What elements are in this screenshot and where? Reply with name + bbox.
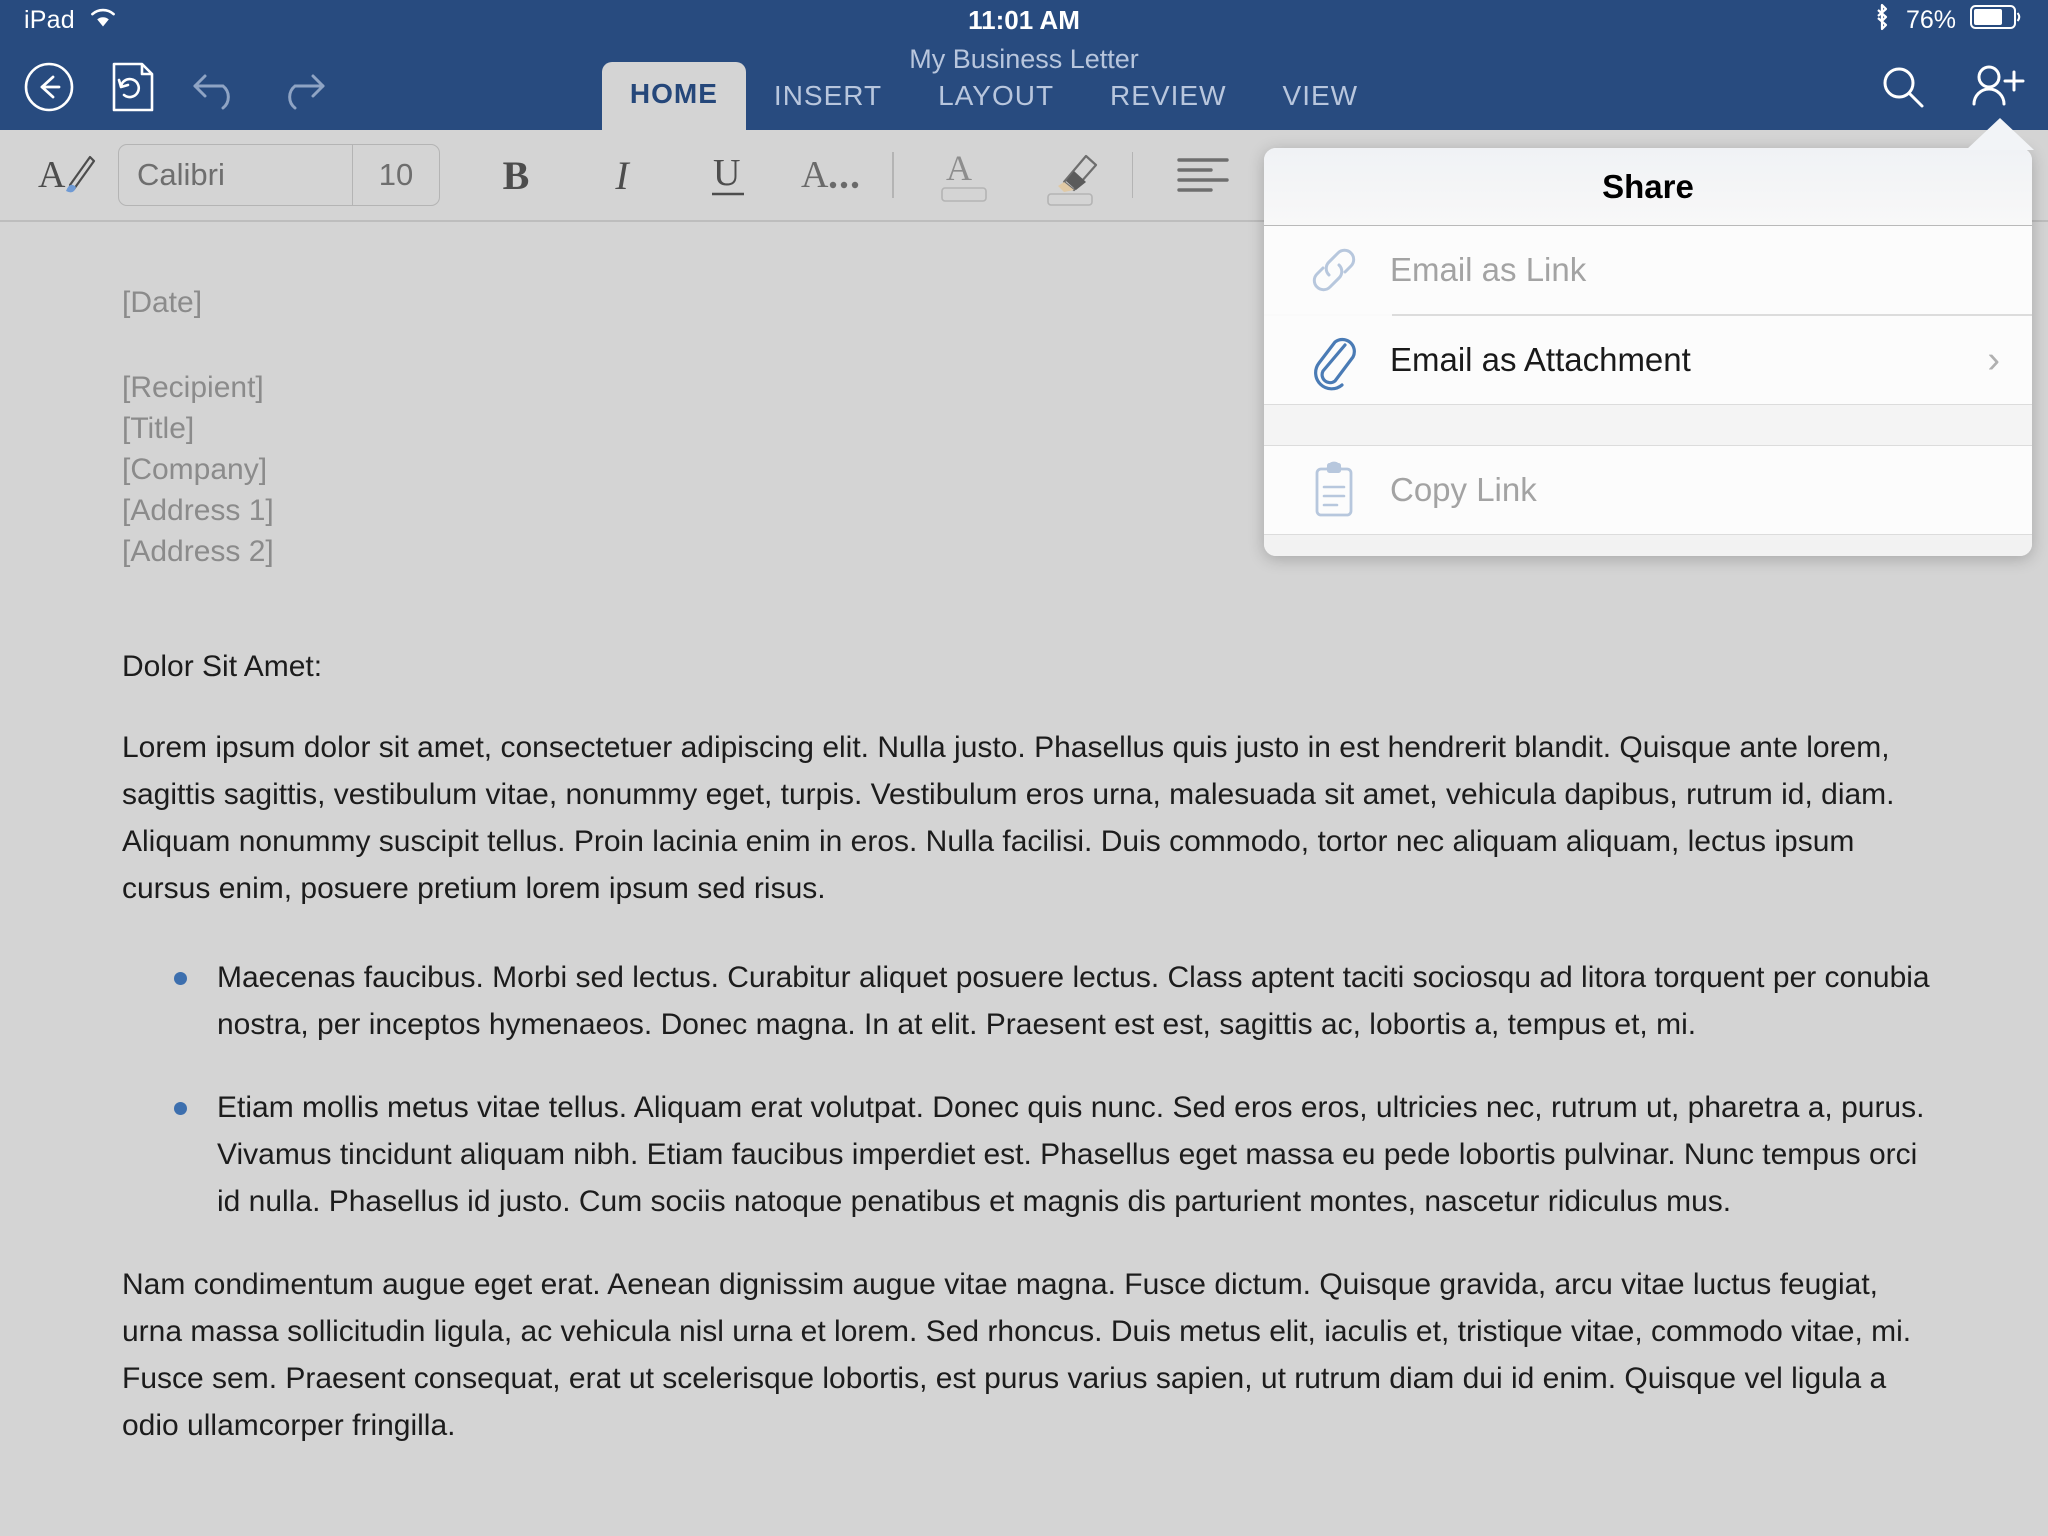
share-popover-header: Share — [1264, 148, 2032, 226]
tab-view[interactable]: VIEW — [1255, 64, 1387, 130]
battery-icon — [1970, 4, 2022, 37]
status-bar-right: 76% — [1872, 2, 2022, 39]
list-item: Maecenas faucibus. Morbi sed lectus. Cur… — [122, 954, 1930, 1048]
tab-review[interactable]: REVIEW — [1082, 64, 1254, 130]
popover-section-gap — [1264, 403, 2032, 446]
redo-icon[interactable] — [272, 58, 330, 116]
salutation-line: Dolor Sit Amet: — [122, 650, 323, 683]
format-painter-icon[interactable]: A — [34, 145, 100, 205]
ipad-word-screen: iPad 11:01 AM 76% My Business Letter HOM… — [0, 0, 2048, 1536]
back-arrow-icon[interactable] — [20, 58, 78, 116]
toolbar-divider-1 — [892, 152, 894, 198]
share-option-label: Email as Attachment — [1390, 340, 1691, 378]
tab-home[interactable]: HOME — [601, 62, 746, 130]
svg-text:A: A — [801, 154, 829, 196]
popover-footer — [1264, 533, 2032, 556]
body-paragraph-1: Lorem ipsum dolor sit amet, consectetuer… — [122, 731, 1895, 905]
share-person-add-icon[interactable] — [1968, 58, 2026, 116]
share-option-label: Copy Link — [1390, 470, 1537, 508]
font-color-icon[interactable]: A — [928, 140, 1000, 210]
toolbar-divider-2 — [1131, 152, 1133, 198]
svg-text:U: U — [713, 152, 740, 194]
bluetooth-icon — [1872, 2, 1892, 39]
battery-percent: 76% — [1905, 5, 1956, 34]
popover-arrow — [1966, 118, 2034, 150]
font-size-input[interactable]: 10 — [353, 157, 439, 193]
bullet-list: Maecenas faucibus. Morbi sed lectus. Cur… — [122, 954, 1930, 1225]
font-controls: Calibri 10 — [118, 144, 440, 206]
text-highlight-icon[interactable] — [1034, 140, 1106, 210]
clock: 11:01 AM — [968, 4, 1080, 35]
align-left-icon[interactable] — [1167, 140, 1239, 210]
tab-insert[interactable]: INSERT — [746, 64, 910, 130]
list-item: Etiam mollis metus vitae tellus. Aliquam… — [122, 1084, 1930, 1225]
share-option-copy-link[interactable]: Copy Link — [1264, 445, 2032, 534]
italic-button[interactable]: I — [586, 140, 658, 210]
font-name-input[interactable]: Calibri — [119, 157, 352, 193]
svg-text:A: A — [38, 154, 66, 196]
chain-link-icon — [1298, 241, 1370, 299]
share-popover: Share Email as Link Email as Attachment … — [1264, 148, 2032, 556]
tab-layout[interactable]: LAYOUT — [910, 64, 1082, 130]
bold-button[interactable]: B — [480, 140, 552, 210]
share-popover-title: Share — [1602, 167, 1694, 205]
underline-button[interactable]: U — [692, 140, 764, 210]
chevron-right-icon: › — [1987, 338, 2000, 381]
navbar-right-actions — [1874, 58, 2026, 116]
body-paragraph-2: Nam condimentum augue eget erat. Aenean … — [122, 1268, 1912, 1442]
paperclip-icon — [1298, 329, 1370, 391]
status-bar: iPad 11:01 AM 76% — [0, 0, 2048, 40]
search-icon[interactable] — [1874, 58, 1932, 116]
share-option-email-as-link[interactable]: Email as Link — [1264, 226, 2032, 314]
more-font-options-button[interactable]: A — [794, 140, 866, 210]
clipboard-icon — [1298, 459, 1370, 521]
navbar-left-actions — [20, 58, 330, 116]
share-option-email-as-attachment[interactable]: Email as Attachment › — [1264, 315, 2032, 404]
save-document-icon[interactable] — [104, 58, 162, 116]
undo-icon[interactable] — [188, 58, 246, 116]
svg-text:A: A — [946, 148, 972, 188]
share-option-label: Email as Link — [1390, 251, 1587, 288]
